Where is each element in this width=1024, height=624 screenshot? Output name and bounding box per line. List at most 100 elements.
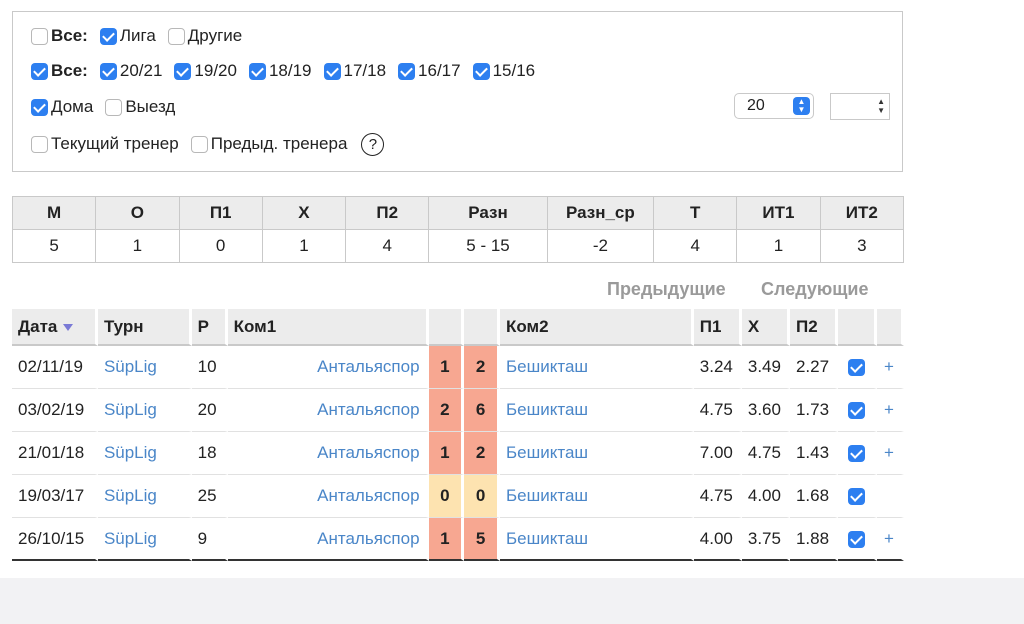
other-checkbox[interactable]: [167, 27, 185, 45]
limit-select[interactable]: 20 ▲ ▼: [734, 93, 814, 119]
stats-header: М: [11, 196, 97, 230]
date-header[interactable]: Дата: [12, 309, 98, 346]
away-option[interactable]: Выезд: [105, 97, 175, 117]
expand-button[interactable]: +: [876, 346, 904, 389]
team1-score: 1: [428, 432, 465, 475]
p1-header[interactable]: П1: [693, 309, 742, 346]
all-tournaments-option[interactable]: Все:: [31, 26, 88, 46]
odds-p2: 1.73: [789, 389, 839, 432]
season-checkbox[interactable]: [248, 62, 266, 80]
team2-score: 5: [464, 518, 500, 561]
team1-link[interactable]: Антальяспор: [227, 346, 429, 389]
tournament-header[interactable]: Турн: [97, 309, 192, 346]
team2-link[interactable]: Бешикташ: [500, 475, 694, 518]
select-arrows-icon: ▲ ▼: [793, 97, 810, 115]
odds-p1: 4.00: [693, 518, 742, 561]
stats-value: 0: [178, 229, 263, 263]
stats-header: Разн_ср: [546, 196, 655, 230]
team2-header[interactable]: Ком2: [500, 309, 694, 346]
season-option-1920[interactable]: 19/20: [174, 61, 237, 81]
match-round: 20: [191, 389, 228, 432]
date-header-label: Дата: [18, 316, 58, 336]
match-select-checkbox[interactable]: [847, 445, 865, 462]
all-seasons-option[interactable]: Все:: [31, 61, 88, 81]
season-label: 19/20: [194, 61, 237, 80]
expand-button[interactable]: +: [876, 432, 904, 475]
season-checkbox[interactable]: [99, 62, 117, 80]
tournament-link[interactable]: SüpLig: [97, 475, 192, 518]
all-tournaments-checkbox[interactable]: [31, 27, 48, 45]
stats-value: 1: [261, 229, 347, 263]
home-option[interactable]: Дома: [31, 97, 93, 117]
match-round: 25: [191, 475, 228, 518]
team1-score: 1: [428, 346, 465, 389]
stats-value: 3: [819, 229, 905, 263]
filter-panel: Все: Лига Другие Все: 20/21 19/20 18/19: [12, 11, 903, 172]
league-checkbox[interactable]: [99, 27, 117, 45]
team2-link[interactable]: Бешикташ: [500, 432, 694, 475]
stats-value: 1: [736, 229, 821, 263]
season-checkbox[interactable]: [323, 62, 341, 80]
season-label: 18/19: [268, 61, 312, 80]
stepper-arrows-icon[interactable]: ▲ ▼: [877, 97, 885, 115]
team1-header[interactable]: Ком1: [227, 309, 429, 346]
season-option-1516[interactable]: 15/16: [472, 61, 535, 81]
stats-header: ИТ2: [819, 196, 905, 230]
odds-p2: 1.68: [789, 475, 839, 518]
p2-header[interactable]: П2: [789, 309, 839, 346]
help-icon[interactable]: ?: [361, 132, 385, 156]
league-option[interactable]: Лига: [99, 26, 156, 46]
expand-button[interactable]: [876, 475, 904, 518]
x-header[interactable]: Х: [741, 309, 790, 346]
match-select-checkbox[interactable]: [847, 402, 865, 419]
league-label: Лига: [119, 26, 156, 45]
season-option-2021[interactable]: 20/21: [99, 61, 162, 81]
match-select-checkbox[interactable]: [847, 530, 865, 548]
stats-value: 4: [653, 229, 738, 263]
season-checkbox[interactable]: [174, 62, 192, 80]
expand-header: [876, 309, 904, 346]
match-select-checkbox[interactable]: [847, 359, 865, 376]
previous-coach-checkbox[interactable]: [190, 135, 208, 153]
all-seasons-checkbox[interactable]: [31, 62, 48, 80]
current-coach-checkbox[interactable]: [31, 135, 48, 153]
match-round: 9: [191, 518, 228, 561]
away-checkbox[interactable]: [105, 98, 123, 116]
team1-link[interactable]: Антальяспор: [227, 432, 429, 475]
tournament-link[interactable]: SüpLig: [97, 518, 192, 561]
stats-header-row: М О П1 Х П2 Разн Разн_ср Т ИТ1 ИТ2: [11, 196, 905, 230]
previous-coach-label: Предыд. тренера: [210, 134, 348, 153]
previous-coach-option[interactable]: Предыд. тренера: [190, 134, 348, 154]
team2-link[interactable]: Бешикташ: [500, 518, 694, 561]
match-select-checkbox[interactable]: [847, 488, 865, 505]
team1-link[interactable]: Антальяспор: [227, 389, 429, 432]
odds-x: 4.75: [741, 432, 790, 475]
tournament-link[interactable]: SüpLig: [97, 432, 192, 475]
next-link[interactable]: Следующие: [761, 279, 869, 300]
season-option-1718[interactable]: 17/18: [323, 61, 387, 81]
tournament-link[interactable]: SüpLig: [97, 346, 192, 389]
number-stepper[interactable]: ▲ ▼: [830, 93, 890, 120]
tournament-link[interactable]: SüpLig: [97, 389, 192, 432]
round-header[interactable]: Р: [191, 309, 228, 346]
match-date: 03/02/19: [12, 389, 98, 432]
team2-link[interactable]: Бешикташ: [500, 389, 694, 432]
match-select-cell: [838, 518, 877, 561]
season-option-1617[interactable]: 16/17: [398, 61, 461, 81]
team1-link[interactable]: Антальяспор: [227, 518, 429, 561]
current-coach-option[interactable]: Текущий тренер: [31, 134, 179, 154]
other-option[interactable]: Другие: [167, 26, 242, 46]
match-row: 02/11/19 SüpLig 10 Антальяспор 1 2 Бешикташ 3.2…: [12, 346, 904, 389]
team1-link[interactable]: Антальяспор: [227, 475, 429, 518]
previous-link[interactable]: Предыдущие: [607, 279, 726, 300]
home-label: Дома: [51, 97, 94, 116]
team1-score: 1: [428, 518, 465, 561]
season-option-1819[interactable]: 18/19: [248, 61, 312, 81]
expand-button[interactable]: +: [876, 518, 904, 561]
expand-button[interactable]: +: [876, 389, 904, 432]
season-checkbox[interactable]: [398, 62, 416, 80]
home-checkbox[interactable]: [31, 98, 48, 116]
season-label: 17/18: [343, 61, 387, 80]
team2-link[interactable]: Бешикташ: [500, 346, 694, 389]
season-checkbox[interactable]: [472, 62, 490, 80]
